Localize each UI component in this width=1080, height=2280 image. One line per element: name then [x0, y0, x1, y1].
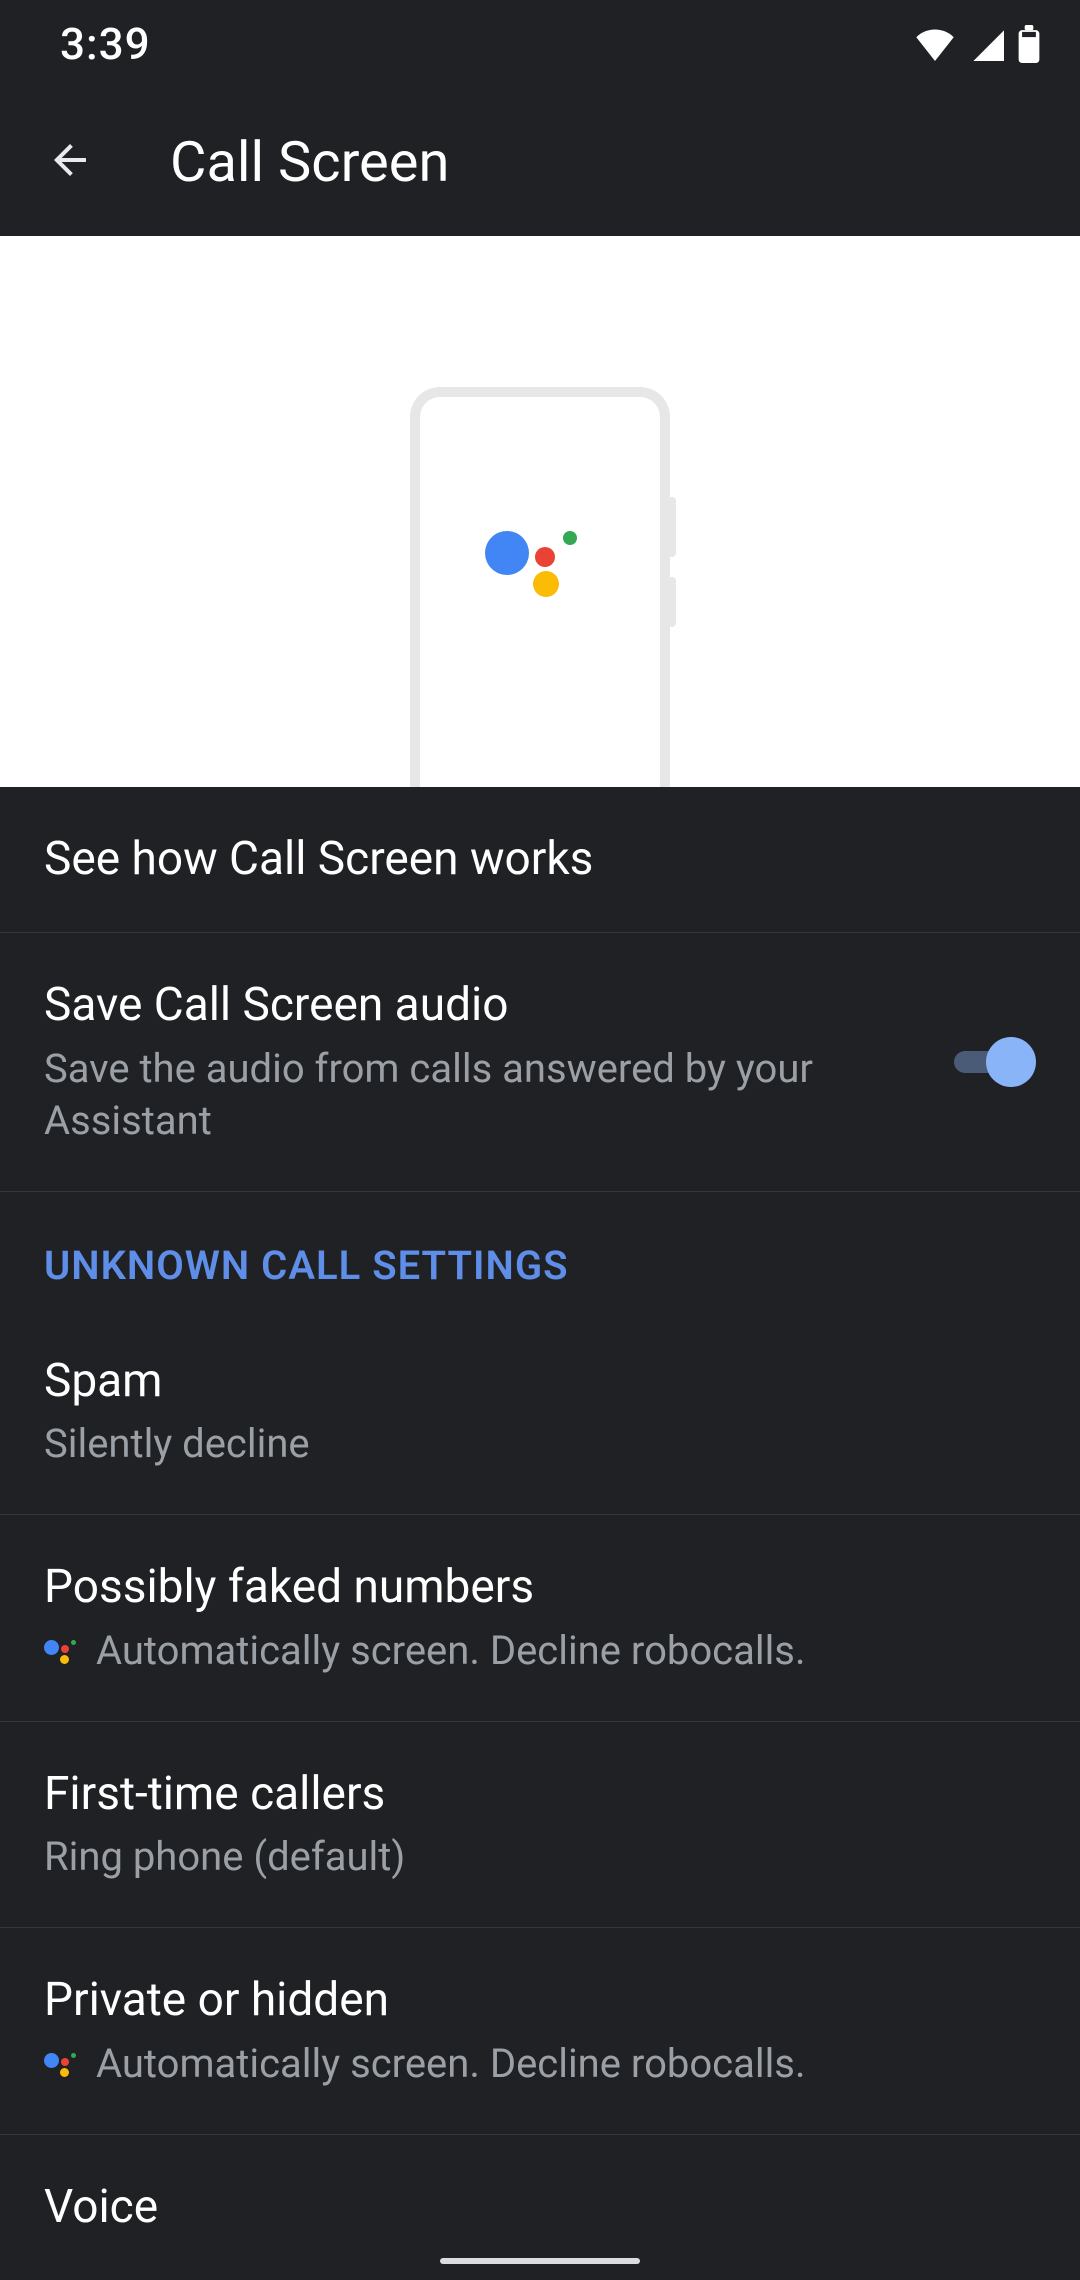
cellular-icon	[970, 27, 1004, 61]
section-unknown-calls: UNKNOWN CALL SETTINGS	[0, 1192, 1080, 1309]
battery-icon	[1018, 25, 1040, 63]
settings-list: See how Call Screen works Save Call Scre…	[0, 787, 1080, 2280]
assistant-logo-icon	[485, 517, 595, 607]
row-title: See how Call Screen works	[44, 831, 1036, 889]
assistant-mini-icon	[44, 2049, 78, 2079]
hero-illustration	[0, 236, 1080, 787]
row-private-hidden[interactable]: Private or hidden Automatically screen. …	[0, 1928, 1080, 2135]
row-title: Possibly faked numbers	[44, 1559, 1036, 1617]
row-subtitle: Ring phone (default)	[44, 1831, 1036, 1883]
status-bar: 3:39	[0, 0, 1080, 88]
row-spam[interactable]: Spam Silently decline	[0, 1309, 1080, 1516]
status-icons	[914, 25, 1040, 63]
wifi-icon	[914, 27, 956, 61]
row-title: Voice	[44, 2179, 1036, 2237]
row-how-it-works[interactable]: See how Call Screen works	[0, 787, 1080, 934]
row-title: Save Call Screen audio	[44, 977, 908, 1035]
row-subtitle: Automatically screen. Decline robocalls.	[44, 2038, 1036, 2090]
row-first-time[interactable]: First-time callers Ring phone (default)	[0, 1722, 1080, 1929]
row-subtitle: Automatically screen. Decline robocalls.	[44, 1625, 1036, 1677]
row-subtitle: Save the audio from calls answered by yo…	[44, 1043, 908, 1147]
app-bar: Call Screen	[0, 88, 1080, 235]
status-time: 3:39	[60, 18, 151, 70]
page-title: Call Screen	[170, 129, 449, 195]
row-title: Private or hidden	[44, 1972, 1036, 2030]
row-subtitle: Silently decline	[44, 1418, 1036, 1470]
row-title: Spam	[44, 1353, 1036, 1411]
assistant-mini-icon	[44, 1636, 78, 1666]
save-audio-toggle[interactable]	[948, 1037, 1036, 1087]
gesture-handle[interactable]	[440, 2258, 640, 2264]
row-save-audio[interactable]: Save Call Screen audio Save the audio fr…	[0, 933, 1080, 1192]
back-button[interactable]	[40, 132, 100, 192]
row-faked-numbers[interactable]: Possibly faked numbers Automatically scr…	[0, 1515, 1080, 1722]
row-title: First-time callers	[44, 1766, 1036, 1824]
phone-mockup	[410, 387, 670, 787]
arrow-left-icon	[46, 136, 94, 188]
